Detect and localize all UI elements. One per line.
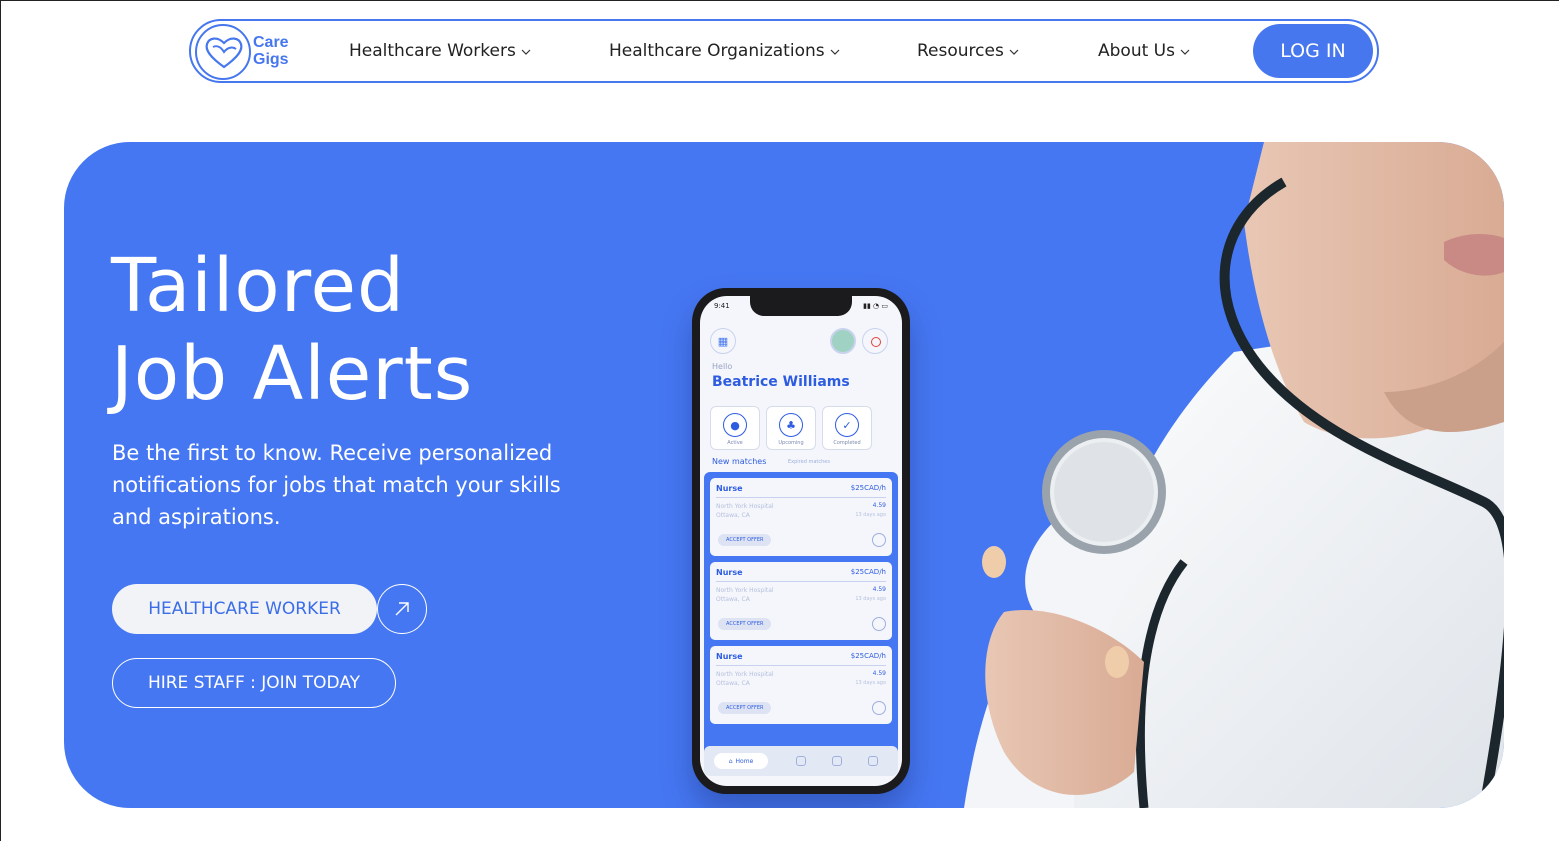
top-navbar: Care Gigs Healthcare Workers Healthcare … [189,19,1379,83]
signal-battery-icon: ▮▮ ◔ ▭ [863,302,888,310]
job-posted: 13 days ago [855,512,886,518]
chevron-down-icon [521,49,531,55]
hero-title: Tailored Job Alerts [111,242,473,418]
nav-about-us-label: About Us [1098,41,1175,61]
accept-offer-button: ACCEPT OFFER [718,702,772,714]
nav-resources[interactable]: Resources [917,41,1019,61]
hero-title-line1: Tailored [111,243,405,329]
job-city: Ottawa, CA [716,680,750,687]
job-hospital: North York Hospital [716,587,774,594]
grid-menu-icon: ▦ [710,328,736,354]
divider [716,497,886,498]
hero-title-line2: Job Alerts [111,331,474,417]
logo-text-gigs: Gigs [253,51,289,68]
add-tab-icon [796,756,806,766]
nav-healthcare-organizations-label: Healthcare Organizations [609,41,825,61]
phone-tab-bar: ⌂ Home [704,746,898,776]
greeting-text: Hello [712,362,733,371]
chevron-down-icon [1009,49,1019,55]
phone-screen: 9:41 ▮▮ ◔ ▭ ▦ Hello Beatrice Williams ● … [700,296,902,786]
chat-icon [872,617,886,631]
profile-tab-icon [868,756,878,766]
chat-icon [872,701,886,715]
logo-text-care: Care [253,34,289,51]
check-icon: ✓ [835,413,859,437]
job-card: Nurse $25CAD/h North York Hospital Ottaw… [710,562,892,640]
tile-label: Upcoming [778,440,804,446]
nav-resources-label: Resources [917,41,1004,61]
messages-tab-icon [832,756,842,766]
phone-mockup: 9:41 ▮▮ ◔ ▭ ▦ Hello Beatrice Williams ● … [692,288,910,794]
job-pay: $25CAD/h [850,652,886,660]
job-list: Nurse $25CAD/h North York Hospital Ottaw… [704,472,898,762]
user-name: Beatrice Williams [712,374,850,390]
nav-healthcare-organizations[interactable]: Healthcare Organizations [609,41,840,61]
job-hospital: North York Hospital [716,503,774,510]
hero-banner: Tailored Job Alerts Be the first to know… [64,142,1504,808]
job-rating: 4.59 [872,670,886,677]
arrow-button[interactable] [377,584,427,634]
job-rating: 4.59 [872,586,886,593]
job-location: North York Hospital Ottawa, CA [716,502,774,520]
phone-notch [750,296,852,316]
nav-about-us[interactable]: About Us [1098,41,1190,61]
new-matches-tab: New matches [712,457,767,466]
drop-icon: ● [723,413,747,437]
group-icon: ♣ [779,413,803,437]
arrow-up-right-icon [395,602,409,616]
chat-icon [872,533,886,547]
divider [716,665,886,666]
avatar [830,328,856,354]
login-button[interactable]: LOG IN [1253,24,1373,78]
tile-label: Completed [833,440,861,446]
job-hospital: North York Hospital [716,671,774,678]
doctor-with-stethoscope-image [964,142,1504,808]
tile-upcoming: ♣ Upcoming [766,406,816,450]
logo-text: Care Gigs [253,34,289,68]
hire-staff-button[interactable]: HIRE STAFF : JOIN TODAY [112,658,396,708]
expired-matches-tab: Expired matches [788,459,830,465]
job-card: Nurse $25CAD/h North York Hospital Ottaw… [710,646,892,724]
tab-home: ⌂ Home [714,753,768,769]
chevron-down-icon [830,49,840,55]
job-pay: $25CAD/h [850,484,886,492]
hero-subtitle: Be the first to know. Receive personaliz… [112,441,561,529]
job-pay: $25CAD/h [850,568,886,576]
care-gigs-logo[interactable] [195,24,251,80]
phone-time: 9:41 [714,302,730,310]
job-posted: 13 days ago [855,596,886,602]
job-city: Ottawa, CA [716,512,750,519]
job-city: Ottawa, CA [716,596,750,603]
accept-offer-button: ACCEPT OFFER [718,534,772,546]
job-title: Nurse [716,568,743,577]
job-title: Nurse [716,484,743,493]
tile-label: Active [727,440,743,446]
chevron-down-icon [1180,49,1190,55]
job-location: North York Hospital Ottawa, CA [716,586,774,604]
job-location: North York Hospital Ottawa, CA [716,670,774,688]
heart-logo-icon [205,37,243,69]
tile-completed: ✓ Completed [822,406,872,450]
home-icon: ⌂ [728,757,733,765]
notification-icon [862,328,888,354]
tab-home-label: Home [735,757,754,765]
divider [716,581,886,582]
nav-healthcare-workers-label: Healthcare Workers [349,41,516,61]
accept-offer-button: ACCEPT OFFER [718,618,772,630]
tile-active: ● Active [710,406,760,450]
healthcare-worker-button[interactable]: HEALTHCARE WORKER [112,584,377,634]
nav-healthcare-workers[interactable]: Healthcare Workers [349,41,531,61]
job-posted: 13 days ago [855,680,886,686]
job-rating: 4.59 [872,502,886,509]
job-title: Nurse [716,652,743,661]
job-card: Nurse $25CAD/h North York Hospital Ottaw… [710,478,892,556]
